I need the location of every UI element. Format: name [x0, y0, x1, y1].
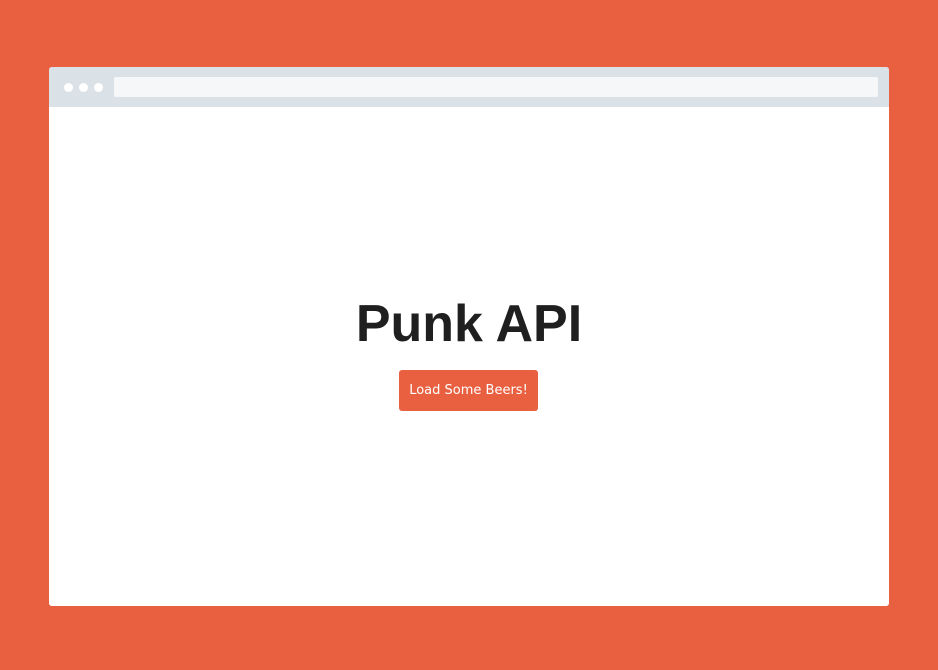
browser-window: Punk API Load Some Beers!: [49, 67, 889, 606]
window-control-dot-icon[interactable]: [94, 83, 103, 92]
browser-chrome: [49, 67, 889, 107]
address-bar[interactable]: [114, 77, 878, 97]
load-beers-button[interactable]: Load Some Beers!: [399, 370, 538, 411]
page-title: Punk API: [355, 295, 583, 353]
window-control-dot-icon[interactable]: [64, 83, 73, 92]
window-control-dot-icon[interactable]: [79, 83, 88, 92]
page-content: Punk API Load Some Beers!: [49, 107, 889, 606]
